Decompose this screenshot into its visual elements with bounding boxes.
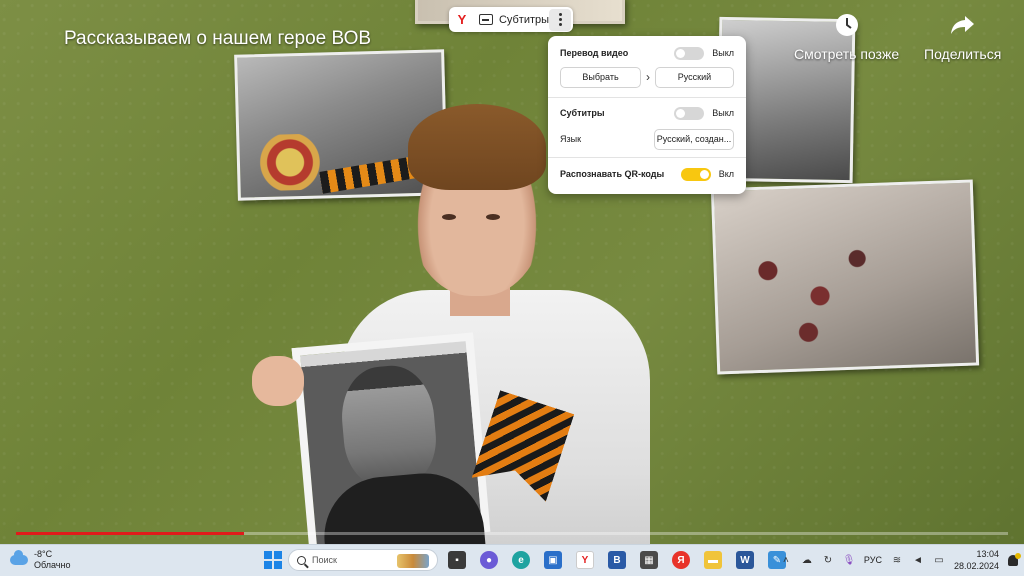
video-progress-fill [16, 532, 245, 535]
calculator-icon[interactable]: ▦ [640, 551, 658, 569]
chevron-up-icon[interactable]: ˄ [780, 555, 792, 566]
yandex-video-toolbar: Y Субтитры [449, 7, 573, 32]
chat-icon[interactable]: ● [480, 551, 498, 569]
translate-languages-row: Выбрать › Русский [560, 65, 734, 89]
input-language[interactable]: РУС [864, 555, 882, 565]
held-portrait-photo [291, 332, 491, 544]
yandex-browser-icon[interactable]: Y [576, 551, 594, 569]
subtitles-label: Субтитры [560, 108, 605, 118]
translate-section: Перевод видео Выкл Выбрать › Русский [548, 36, 746, 98]
qr-toggle[interactable] [680, 167, 711, 181]
translate-state: Выкл [712, 48, 734, 58]
watch-later-button[interactable]: Смотреть позже [794, 12, 899, 62]
clock-time: 13:04 [976, 549, 999, 559]
subtitles-icon [478, 14, 493, 25]
taskbar-clock[interactable]: 13:04 28.02.2024 [954, 548, 999, 572]
subtitles-row: Субтитры Выкл [560, 103, 734, 123]
boy-hand [252, 356, 304, 406]
weather-condition: Облачно [34, 560, 71, 570]
yandex-logo-icon[interactable]: Y [449, 12, 475, 27]
victory-star-icon [249, 133, 331, 192]
share-arrow-icon [950, 12, 976, 38]
clock-icon [835, 12, 859, 38]
taskbar-center: Поиск ▪ ● e ▣ Y B ▦ Я ▬ W ✎ [264, 549, 790, 571]
yandex-icon[interactable]: Я [672, 551, 690, 569]
translate-label: Перевод видео [560, 48, 629, 58]
weather-widget[interactable]: -8°C Облачно [10, 549, 70, 571]
subtitles-language-select[interactable]: Русский, создан... [654, 128, 734, 150]
word-icon[interactable]: W [736, 551, 754, 569]
microphone-icon[interactable]: 🎙 [843, 555, 856, 566]
search-icon [297, 555, 306, 565]
portrait-face [337, 362, 440, 490]
vk-icon[interactable]: B [608, 551, 626, 569]
subtitles-toolbar-button[interactable]: Субтитры [475, 14, 549, 26]
subtitles-toolbar-label: Субтитры [498, 13, 550, 26]
windows-taskbar: -8°C Облачно Поиск ▪ ● e ▣ Y B ▦ Я ▬ W ✎… [0, 544, 1024, 576]
weather-temp: -8°C [34, 549, 53, 559]
boy-hair [408, 104, 546, 190]
translate-row: Перевод видео Выкл [560, 43, 734, 63]
qr-row: Распознавать QR-коды Вкл [560, 164, 734, 184]
share-label: Поделиться [924, 46, 1002, 62]
windows-start-icon[interactable] [264, 551, 282, 569]
video-options-panel: Перевод видео Выкл Выбрать › Русский Суб… [548, 36, 746, 194]
volume-icon[interactable]: ◄ [912, 555, 924, 566]
wifi-icon[interactable]: ≋ [891, 555, 903, 566]
video-player[interactable]: Рассказываем о нашем герое ВОВ Смотреть … [0, 0, 1024, 544]
dot-icon [558, 23, 562, 26]
share-button[interactable]: Поделиться [924, 12, 1001, 62]
sync-icon[interactable]: ↻ [822, 555, 834, 566]
dot-icon [558, 18, 562, 21]
subtitles-state: Выкл [712, 108, 734, 118]
watch-later-label: Смотреть позже [794, 46, 900, 62]
battery-icon[interactable]: ▭ [933, 555, 945, 566]
boy-eye [486, 214, 500, 220]
subtitles-toggle-wrap[interactable]: Выкл [674, 106, 734, 120]
notification-bell-icon[interactable] [1008, 552, 1021, 566]
qr-section: Распознавать QR-коды Вкл [548, 158, 746, 184]
target-language-button[interactable]: Русский [654, 66, 734, 88]
system-tray: ˄ ☁ ↻ 🎙 РУС ≋ ◄ ▭ 13:04 28.02.2024 [780, 548, 1021, 572]
subtitles-toggle[interactable] [674, 106, 705, 120]
video-progress-bar[interactable] [16, 532, 1008, 535]
more-options-button[interactable] [549, 8, 571, 31]
store-icon[interactable]: ▣ [544, 551, 562, 569]
search-highlight-image [397, 554, 429, 568]
boy-eye [442, 214, 456, 220]
wall-photo-medals [710, 179, 980, 375]
task-view-icon[interactable]: ▪ [448, 551, 466, 569]
clock-date: 28.02.2024 [953, 561, 999, 571]
language-label: Язык [560, 134, 582, 144]
subtitles-section: Субтитры Выкл Язык Русский, создан... [548, 98, 746, 158]
video-title: Рассказываем о нашем герое ВОВ [64, 28, 372, 49]
folder-icon[interactable]: ▬ [704, 551, 722, 569]
search-placeholder: Поиск [312, 555, 337, 565]
chevron-right-icon: › [645, 70, 650, 84]
translate-toggle-wrap[interactable]: Выкл [674, 46, 734, 60]
taskbar-search[interactable]: Поиск [288, 549, 438, 571]
network-cloud-icon[interactable]: ☁ [801, 555, 813, 566]
edge-icon[interactable]: e [512, 551, 530, 569]
qr-toggle-wrap[interactable]: Вкл [680, 167, 734, 181]
qr-label: Распознавать QR-коды [560, 169, 665, 179]
select-source-language-button[interactable]: Выбрать [560, 66, 642, 88]
cloud-icon [10, 550, 28, 565]
qr-state: Вкл [718, 169, 734, 179]
subtitles-language-row: Язык Русский, создан... [560, 126, 734, 152]
translate-toggle[interactable] [674, 46, 705, 60]
dot-icon [558, 13, 562, 16]
